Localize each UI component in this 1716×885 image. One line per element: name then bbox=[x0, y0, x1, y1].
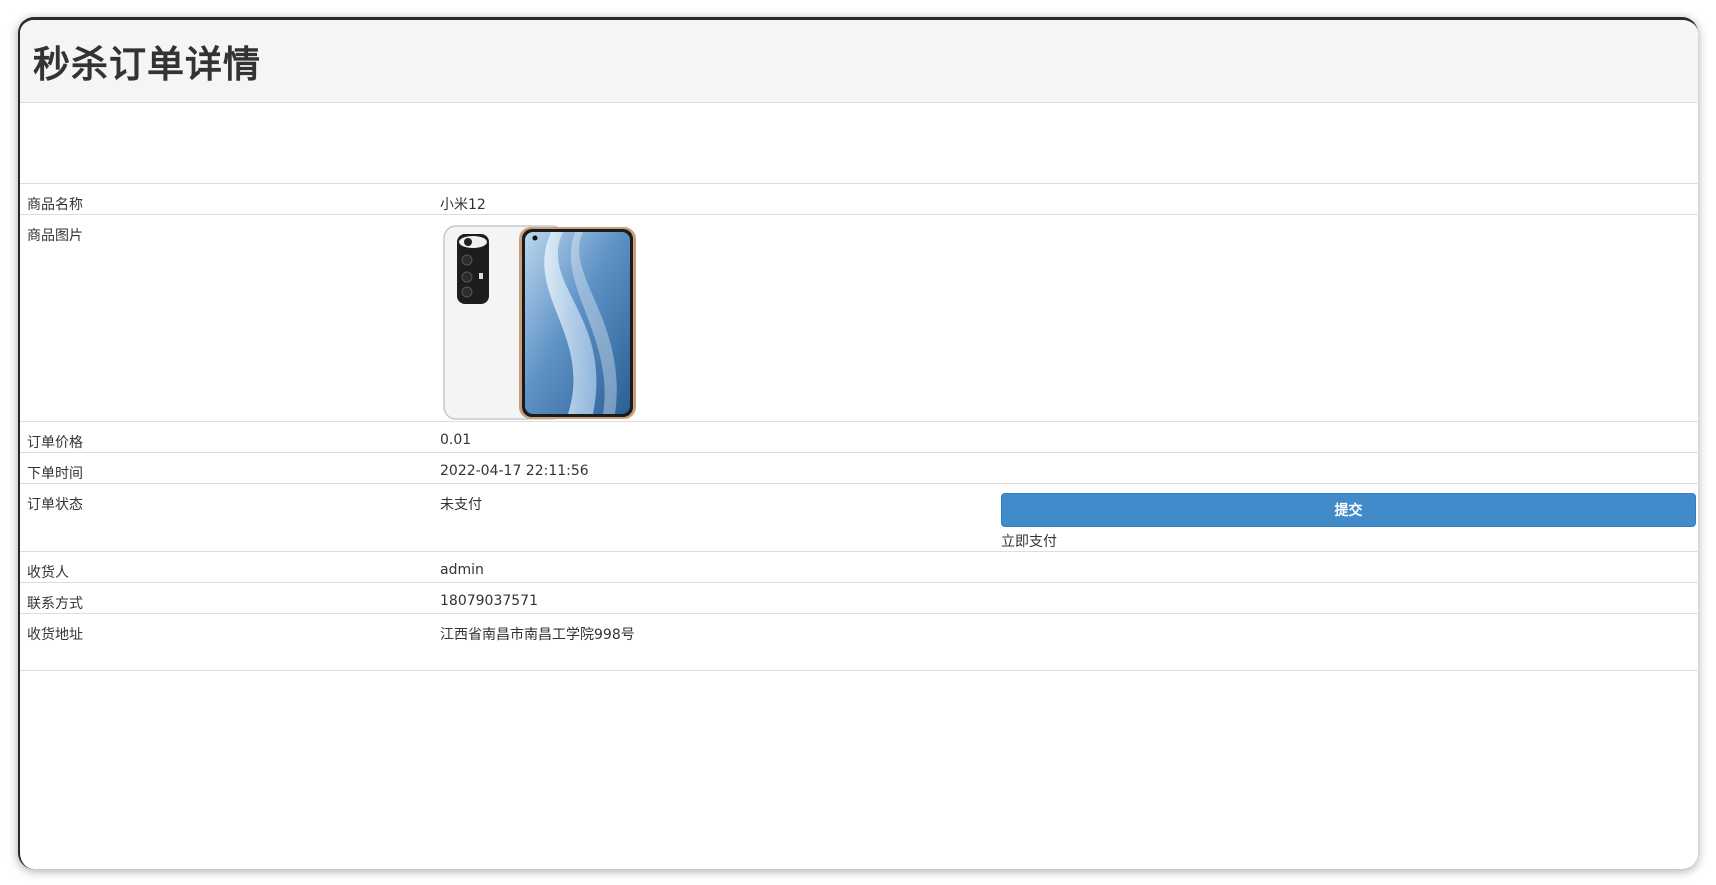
pay-now-link[interactable]: 立即支付 bbox=[1001, 531, 1696, 551]
receiver-value: admin bbox=[433, 551, 1698, 583]
row-order-time: 下单时间 2022-04-17 22:11:56 bbox=[20, 452, 1698, 484]
product-image-label: 商品图片 bbox=[20, 214, 433, 422]
receiver-label: 收货人 bbox=[20, 551, 433, 583]
contact-value: 18079037571 bbox=[433, 582, 1698, 614]
page-title: 秒杀订单详情 bbox=[33, 43, 261, 86]
row-order-status: 订单状态 未支付 提交 立即支付 bbox=[20, 483, 1698, 552]
order-status-label: 订单状态 bbox=[20, 483, 433, 552]
row-order-price: 订单价格 0.01 bbox=[20, 421, 1698, 453]
contact-label: 联系方式 bbox=[20, 582, 433, 614]
product-name-value: 小米12 bbox=[433, 183, 1698, 215]
order-status-value: 未支付 bbox=[433, 483, 997, 552]
row-contact: 联系方式 18079037571 bbox=[20, 582, 1698, 614]
order-time-value: 2022-04-17 22:11:56 bbox=[433, 452, 1698, 484]
product-image-cell bbox=[433, 214, 1698, 422]
product-name-label: 商品名称 bbox=[20, 183, 433, 215]
row-product-name: 商品名称 小米12 bbox=[20, 183, 1698, 215]
order-detail-table: 商品名称 小米12 商品图片 订单价格 0.01 下单时间 2022-04-17… bbox=[20, 183, 1698, 671]
product-image bbox=[443, 225, 636, 420]
panel-heading: 秒杀订单详情 bbox=[20, 20, 1698, 103]
row-product-image: 商品图片 bbox=[20, 214, 1698, 422]
submit-button[interactable]: 提交 bbox=[1001, 493, 1696, 527]
row-receiver: 收货人 admin bbox=[20, 551, 1698, 583]
order-status-actions: 提交 立即支付 bbox=[997, 483, 1698, 552]
order-time-label: 下单时间 bbox=[20, 452, 433, 484]
address-label: 收货地址 bbox=[20, 613, 433, 671]
order-price-value: 0.01 bbox=[433, 421, 1698, 453]
address-value: 江西省南昌市南昌工学院998号 bbox=[433, 613, 1698, 671]
order-price-label: 订单价格 bbox=[20, 421, 433, 453]
panel-spacer bbox=[20, 103, 1698, 183]
order-detail-panel: 秒杀订单详情 商品名称 小米12 商品图片 订单价格 0.01 下单时间 202… bbox=[18, 17, 1698, 869]
row-address: 收货地址 江西省南昌市南昌工学院998号 bbox=[20, 613, 1698, 671]
